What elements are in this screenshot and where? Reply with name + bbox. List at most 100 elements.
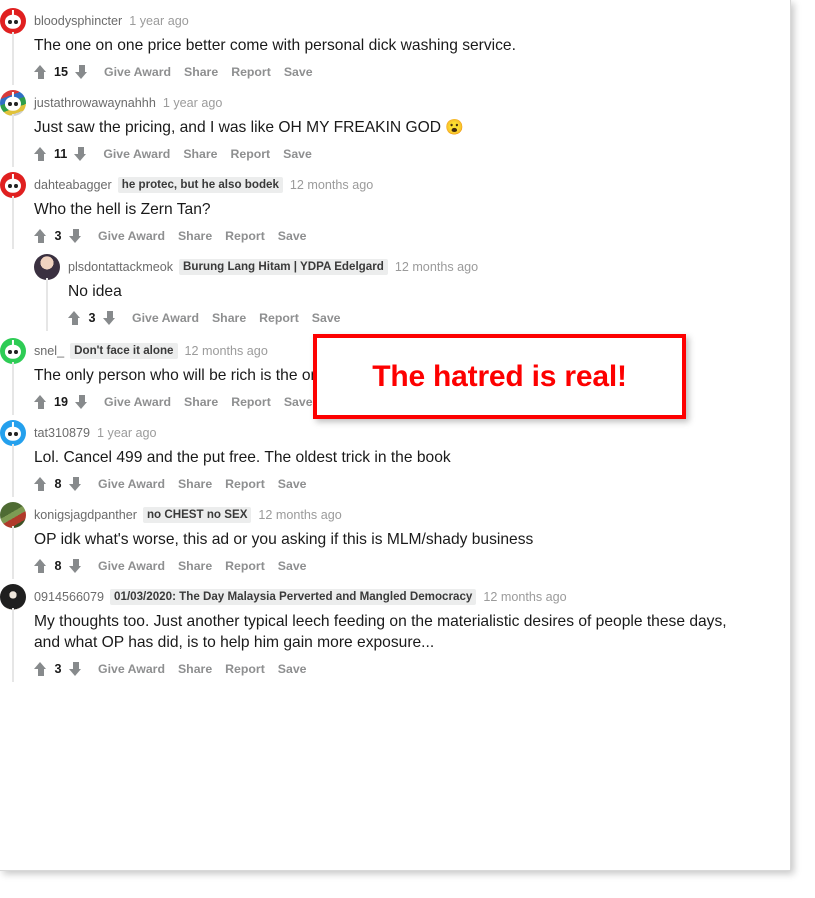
comment-header: justathrowawaynahhh 1 year ago bbox=[0, 90, 790, 116]
avatar[interactable] bbox=[34, 254, 60, 280]
downvote-icon[interactable] bbox=[69, 662, 82, 676]
save-button[interactable]: Save bbox=[283, 147, 312, 161]
comment-body-text: The one on one price better come with pe… bbox=[34, 37, 516, 54]
annotation-callout: The hatred is real! bbox=[313, 334, 686, 419]
vote-score: 11 bbox=[54, 147, 68, 161]
report-button[interactable]: Report bbox=[225, 477, 265, 491]
comment: dahteabagger he protec, but he also bodek… bbox=[0, 172, 790, 249]
comment-body: The one on one price better come with pe… bbox=[34, 32, 734, 57]
comment-author[interactable]: dahteabagger bbox=[34, 178, 112, 192]
give-award-button[interactable]: Give Award bbox=[98, 662, 165, 676]
downvote-icon[interactable] bbox=[75, 65, 88, 79]
downvote-icon[interactable] bbox=[75, 395, 88, 409]
comment-header: bloodysphincter 1 year ago bbox=[0, 8, 790, 34]
annotation-text: The hatred is real! bbox=[372, 359, 627, 393]
downvote-icon[interactable] bbox=[74, 147, 87, 161]
report-button[interactable]: Report bbox=[231, 65, 271, 79]
comment-body: Just saw the pricing, and I was like OH … bbox=[34, 114, 734, 139]
comment-header: 0914566079 01/03/2020: The Day Malaysia P… bbox=[0, 584, 790, 610]
comment-author[interactable]: plsdontattackmeok bbox=[68, 260, 173, 274]
share-button[interactable]: Share bbox=[183, 147, 217, 161]
vote-score: 3 bbox=[88, 311, 96, 325]
save-button[interactable]: Save bbox=[278, 229, 307, 243]
upvote-icon[interactable] bbox=[34, 559, 47, 573]
save-button[interactable]: Save bbox=[284, 395, 313, 409]
give-award-button[interactable]: Give Award bbox=[98, 559, 165, 573]
downvote-icon[interactable] bbox=[69, 229, 82, 243]
report-button[interactable]: Report bbox=[225, 662, 265, 676]
report-button[interactable]: Report bbox=[231, 395, 271, 409]
upvote-icon[interactable] bbox=[68, 311, 81, 325]
comment-actions: 8 Give Award Share Report Save bbox=[34, 553, 790, 579]
comment-content: The one on one price better come with pe… bbox=[0, 32, 790, 85]
save-button[interactable]: Save bbox=[284, 65, 313, 79]
share-button[interactable]: Share bbox=[178, 662, 212, 676]
comment-timestamp: 1 year ago bbox=[162, 96, 223, 110]
comment-author[interactable]: bloodysphincter bbox=[34, 14, 122, 28]
thread-line[interactable] bbox=[46, 278, 48, 331]
give-award-button[interactable]: Give Award bbox=[98, 229, 165, 243]
comment-body-text: OP idk what's worse, this ad or you aski… bbox=[34, 531, 534, 548]
comment-body-text: My thoughts too. Just another typical le… bbox=[34, 613, 727, 651]
comment-timestamp: 12 months ago bbox=[184, 344, 268, 358]
comment-actions: 15 Give Award Share Report Save bbox=[34, 59, 790, 85]
save-button[interactable]: Save bbox=[278, 477, 307, 491]
report-button[interactable]: Report bbox=[225, 559, 265, 573]
give-award-button[interactable]: Give Award bbox=[104, 395, 171, 409]
comment-body-text: No idea bbox=[68, 283, 122, 300]
vote-score: 15 bbox=[54, 65, 69, 79]
comment-author[interactable]: 0914566079 bbox=[34, 590, 104, 604]
upvote-icon[interactable] bbox=[34, 147, 47, 161]
save-button[interactable]: Save bbox=[312, 311, 341, 325]
upvote-icon[interactable] bbox=[34, 477, 47, 491]
comment-content: My thoughts too. Just another typical le… bbox=[0, 608, 790, 682]
comment-body: No idea bbox=[68, 278, 768, 303]
upvote-icon[interactable] bbox=[34, 395, 47, 409]
comment-body: OP idk what's worse, this ad or you aski… bbox=[34, 526, 734, 551]
comment-timestamp: 12 months ago bbox=[258, 508, 342, 522]
comment-actions: 8 Give Award Share Report Save bbox=[34, 471, 790, 497]
comment-content: Lol. Cancel 499 and the put free. The ol… bbox=[0, 444, 790, 497]
save-button[interactable]: Save bbox=[278, 662, 307, 676]
share-button[interactable]: Share bbox=[184, 395, 218, 409]
comment-timestamp: 12 months ago bbox=[289, 178, 374, 192]
comment-actions: 3 Give Award Share Report Save bbox=[34, 223, 790, 249]
share-button[interactable]: Share bbox=[178, 559, 212, 573]
comment: 0914566079 01/03/2020: The Day Malaysia P… bbox=[0, 584, 790, 682]
upvote-icon[interactable] bbox=[34, 662, 47, 676]
downvote-icon[interactable] bbox=[103, 311, 116, 325]
upvote-icon[interactable] bbox=[34, 229, 47, 243]
give-award-button[interactable]: Give Award bbox=[104, 65, 171, 79]
comment-content: OP idk what's worse, this ad or you aski… bbox=[0, 526, 790, 579]
downvote-icon[interactable] bbox=[69, 477, 82, 491]
report-button[interactable]: Report bbox=[231, 147, 271, 161]
vote-score: 19 bbox=[54, 395, 69, 409]
give-award-button[interactable]: Give Award bbox=[98, 477, 165, 491]
comment: plsdontattackmeok Burung Lang Hitam | YDP… bbox=[34, 254, 790, 331]
comment-card: bloodysphincter 1 year ago The one on one … bbox=[0, 0, 791, 871]
author-flair: he protec, but he also bodek bbox=[117, 177, 283, 193]
author-flair: Don't face it alone bbox=[70, 343, 178, 359]
upvote-icon[interactable] bbox=[34, 65, 47, 79]
share-button[interactable]: Share bbox=[212, 311, 246, 325]
root-thread-rail bbox=[12, 0, 14, 682]
author-flair: no CHEST no SEX bbox=[142, 507, 252, 523]
save-button[interactable]: Save bbox=[278, 559, 307, 573]
downvote-icon[interactable] bbox=[69, 559, 82, 573]
give-award-button[interactable]: Give Award bbox=[103, 147, 170, 161]
comment-author[interactable]: konigsjagdpanther bbox=[34, 508, 137, 522]
report-button[interactable]: Report bbox=[259, 311, 299, 325]
report-button[interactable]: Report bbox=[225, 229, 265, 243]
give-award-button[interactable]: Give Award bbox=[132, 311, 199, 325]
comment: bloodysphincter 1 year ago The one on one … bbox=[0, 8, 790, 85]
comment-content: Just saw the pricing, and I was like OH … bbox=[0, 114, 790, 167]
share-button[interactable]: Share bbox=[178, 477, 212, 491]
comment-author[interactable]: tat310879 bbox=[34, 426, 90, 440]
comment-author[interactable]: snel_ bbox=[34, 344, 64, 358]
share-button[interactable]: Share bbox=[184, 65, 218, 79]
comment: justathrowawaynahhh 1 year ago Just saw th… bbox=[0, 90, 790, 167]
comment-author[interactable]: justathrowawaynahhh bbox=[34, 96, 156, 110]
screenshot-root: bloodysphincter 1 year ago The one on one … bbox=[0, 0, 815, 898]
comment-timestamp: 1 year ago bbox=[129, 14, 189, 28]
share-button[interactable]: Share bbox=[178, 229, 212, 243]
